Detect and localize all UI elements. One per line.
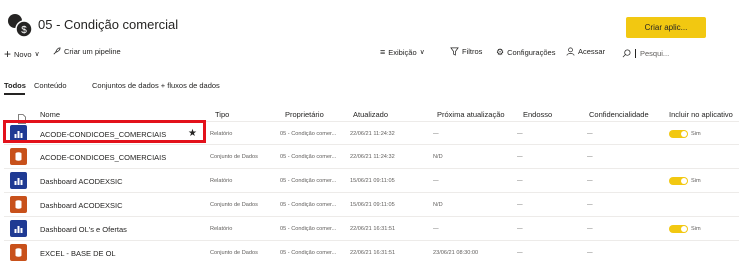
tab-all[interactable]: Todos: [4, 81, 26, 90]
table-row[interactable]: EXCEL - BASE DE OL Conjunto de Dados 05 …: [0, 241, 739, 263]
item-updated: 15/06/21 09:11:05: [350, 202, 395, 208]
lines-icon: ≡: [380, 47, 386, 57]
item-type: Conjunto de Dados: [210, 202, 258, 208]
include-label: Sim: [691, 131, 701, 137]
item-type: Conjunto de Dados: [210, 154, 258, 160]
rocket-icon: [52, 47, 61, 56]
item-type: Relatório: [210, 131, 233, 137]
column-sensitivity[interactable]: Confidencialidade: [589, 110, 649, 119]
tab-datasets-dataflows[interactable]: Conjuntos de dados + fluxos de dados: [92, 81, 220, 90]
item-owner: 05 - Condição comer...: [280, 131, 337, 137]
item-owner: 05 - Condição comer...: [280, 154, 337, 160]
column-type[interactable]: Tipo: [215, 110, 229, 119]
item-endorsement: —: [517, 202, 523, 208]
item-endorsement: —: [517, 131, 523, 137]
item-sensitivity: —: [587, 250, 593, 256]
item-endorsement: —: [517, 178, 523, 184]
item-sensitivity: —: [587, 202, 593, 208]
column-next-update[interactable]: Próxima atualização: [437, 110, 505, 119]
view-button[interactable]: ≡ Exibição ∨: [380, 47, 425, 57]
item-owner: 05 - Condição comer...: [280, 202, 337, 208]
column-name[interactable]: Nome: [40, 110, 60, 119]
item-owner: 05 - Condição comer...: [280, 226, 337, 232]
selection-highlight: [3, 120, 206, 143]
settings-button[interactable]: ⚙ Configurações: [496, 47, 555, 58]
create-app-button[interactable]: Criar aplic...: [626, 17, 706, 38]
item-endorsement: —: [517, 154, 523, 160]
item-next-update: N/D: [433, 202, 443, 208]
item-updated: 22/06/21 11:24:32: [350, 154, 395, 160]
search-icon: [622, 49, 631, 58]
new-button[interactable]: + Novo ∨: [4, 47, 40, 61]
item-type: Conjunto de Dados: [210, 250, 258, 256]
item-owner: 05 - Condição comer...: [280, 250, 337, 256]
chevron-down-icon: ∨: [419, 49, 425, 56]
create-pipeline-button[interactable]: Criar um pipeline: [52, 47, 121, 56]
dataset-icon: [10, 244, 27, 261]
item-next-update: N/D: [433, 154, 443, 160]
workspace-icon: $: [4, 10, 34, 40]
item-name[interactable]: Dashboard OL's e Ofertas: [40, 225, 127, 234]
include-label: Sim: [691, 178, 701, 184]
item-updated: 15/06/21 09:11:05: [350, 178, 395, 184]
item-sensitivity: —: [587, 178, 593, 184]
item-sensitivity: —: [587, 154, 593, 160]
filters-button[interactable]: Filtros: [450, 47, 482, 56]
column-updated[interactable]: Atualizado: [353, 110, 388, 119]
item-type: Relatório: [210, 178, 233, 184]
include-label: Sim: [691, 226, 701, 232]
include-toggle[interactable]: [669, 225, 688, 233]
search-input[interactable]: Pesqui...: [622, 47, 739, 60]
item-next-update: —: [433, 178, 439, 184]
svg-text:$: $: [21, 25, 27, 36]
person-icon: [566, 47, 575, 56]
gear-icon: ⚙: [496, 47, 505, 57]
item-name[interactable]: Dashboard ACODEXSIC: [40, 177, 123, 186]
filter-icon: [450, 47, 459, 56]
column-owner[interactable]: Proprietário: [285, 110, 324, 119]
item-endorsement: —: [517, 226, 523, 232]
chevron-down-icon: ∨: [34, 51, 40, 58]
item-next-update: —: [433, 131, 439, 137]
tab-content[interactable]: Conteúdo: [34, 81, 67, 90]
item-next-update: 23/06/21 08:30:00: [433, 250, 479, 256]
column-include-app[interactable]: Incluir no aplicativo: [669, 110, 733, 119]
access-button[interactable]: Acessar: [566, 47, 605, 56]
dataset-icon: [10, 148, 27, 165]
report-icon: [10, 172, 27, 189]
item-updated: 22/06/21 16:31:51: [350, 226, 396, 232]
item-updated: 22/06/21 11:24:32: [350, 131, 395, 137]
item-sensitivity: —: [587, 226, 593, 232]
table-row[interactable]: ACODE-CONDICOES_COMERCIAIS Conjunto de D…: [0, 145, 739, 167]
table-row[interactable]: Dashboard ACODEXSIC Relatório 05 - Condi…: [0, 169, 739, 191]
item-type: Relatório: [210, 226, 233, 232]
include-toggle[interactable]: [669, 177, 688, 185]
item-name[interactable]: ACODE-CONDICOES_COMERCIAIS: [40, 153, 166, 162]
page-title: 05 - Condição comercial: [38, 17, 179, 32]
column-endorsement[interactable]: Endosso: [523, 110, 552, 119]
item-updated: 22/06/21 16:31:51: [350, 250, 396, 256]
active-tab-indicator: [4, 93, 25, 95]
item-name[interactable]: Dashboard ACODEXSIC: [40, 201, 123, 210]
table-row[interactable]: Dashboard ACODEXSIC Conjunto de Dados 05…: [0, 193, 739, 215]
item-owner: 05 - Condição comer...: [280, 178, 337, 184]
item-name[interactable]: EXCEL - BASE DE OL: [40, 249, 116, 258]
item-endorsement: —: [517, 250, 523, 256]
item-sensitivity: —: [587, 131, 593, 137]
plus-icon: +: [4, 47, 12, 61]
dataset-icon: [10, 196, 27, 213]
text-caret: [635, 49, 636, 58]
item-next-update: —: [433, 226, 439, 232]
report-icon: [10, 220, 27, 237]
include-toggle[interactable]: [669, 130, 688, 138]
table-row[interactable]: Dashboard OL's e Ofertas Relatório 05 - …: [0, 217, 739, 239]
